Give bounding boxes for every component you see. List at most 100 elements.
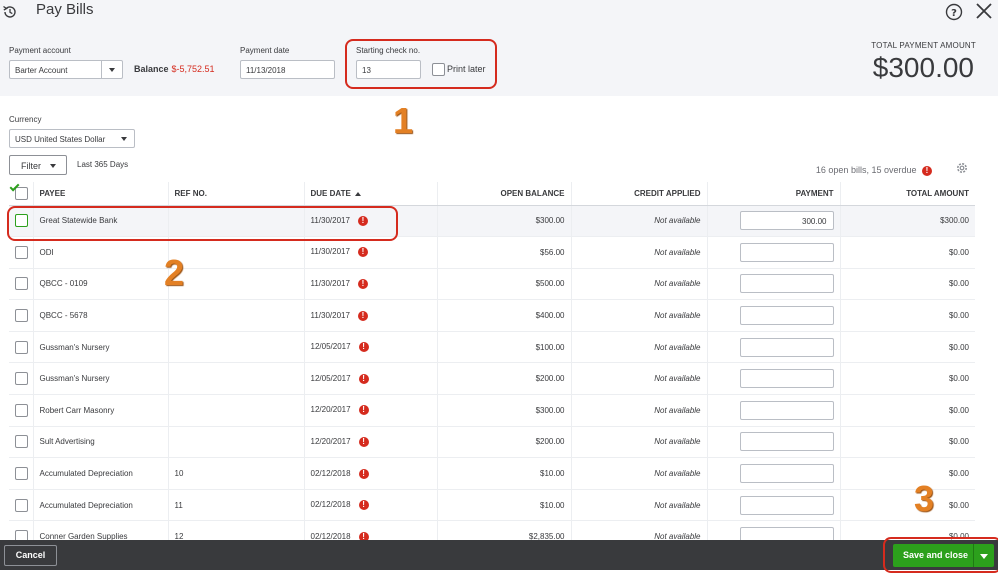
row-checkbox[interactable] [15,435,28,449]
due-date-cell: 12/20/2017! [303,426,437,459]
payment-input[interactable] [739,464,834,484]
svg-text:?: ? [951,8,957,19]
help-circle-icon[interactable]: ? [945,3,963,21]
total-amount-cell: $0.00 [839,362,975,396]
annotation-number-1: 1 [393,100,414,141]
payee-cell: QBCC - 0109 [32,268,168,301]
due-date-cell: 12/05/2017! [303,331,437,364]
table-row[interactable]: Sult Advertising 12/20/2017! $200.00 Not av… [9,426,975,459]
column-header-due-date[interactable]: DUE DATE [303,182,437,206]
ref-no-cell: 10 [167,457,304,490]
total-amount-cell: $0.00 [839,426,975,459]
overdue-alert-icon: ! [358,468,369,479]
filter-button[interactable]: Filter [9,155,67,175]
payment-input[interactable] [739,400,834,420]
payment-account-label: Payment account [9,46,71,55]
table-row[interactable]: Gussman's Nursery 12/05/2017! $200.00 Not a… [9,362,975,396]
overdue-alert-icon: ! [358,342,369,353]
column-header-open-balance[interactable]: OPEN BALANCE [436,182,571,206]
open-bills-text: 16 open bills, 15 overdue [815,165,917,175]
total-amount-cell: $0.00 [839,331,975,364]
ref-no-cell [167,299,304,332]
history-clock-icon[interactable] [2,4,18,20]
payment-input[interactable] [739,495,834,515]
total-payment-label: TOTAL PAYMENT AMOUNT [871,41,976,50]
row-checkbox[interactable] [15,277,28,291]
row-checkbox[interactable] [15,498,28,512]
chevron-down-icon[interactable] [101,61,122,78]
payment-cell [706,268,840,301]
credit-applied-cell: Not available [570,362,707,396]
annotation-number-2: 2 [164,252,185,293]
column-header-payment[interactable]: PAYMENT [706,182,840,206]
select-all-checkbox[interactable] [15,186,28,200]
chevron-down-icon[interactable] [114,130,134,147]
row-checkbox[interactable] [15,372,28,386]
due-date-cell: 11/30/2017! [303,236,437,269]
column-header-total-amount[interactable]: TOTAL AMOUNT [839,182,975,206]
row-checkbox[interactable] [15,309,28,323]
due-date-value: 11/30/2017 [310,310,350,320]
sort-ascending-icon [354,191,361,196]
table-row[interactable]: ODI 11/30/2017! $56.00 Not available $0.00 [9,236,975,269]
payment-cell [706,299,840,332]
table-header-row: PAYEE REF NO. DUE DATE OPEN BALANCE CRED… [9,182,975,206]
payment-cell [706,426,840,459]
row-checkbox[interactable] [15,245,28,259]
payee-cell: Accumulated Depreciation [32,457,168,490]
ref-no-cell [167,362,304,396]
currency-select[interactable]: USD United States Dollar [9,129,135,148]
row-checkbox[interactable] [15,467,28,481]
payment-input[interactable] [739,242,834,262]
ref-no-cell [167,394,304,427]
total-amount-cell: $0.00 [839,457,975,490]
total-amount-cell: $0.00 [839,268,975,301]
payee-cell: QBCC - 5678 [32,299,168,332]
payment-input[interactable] [739,306,834,326]
title-bar: Pay Bills ? [0,0,998,30]
total-amount-cell: $0.00 [839,299,975,332]
cancel-button[interactable]: Cancel [4,545,57,566]
payment-cell [706,236,840,269]
due-date-header-label: DUE DATE [310,188,351,198]
payment-account-select[interactable]: Barter Account [9,60,123,79]
due-date-cell: 11/30/2017! [303,268,437,301]
row-checkbox-cell [9,457,33,490]
row-checkbox-cell [9,331,33,364]
overdue-alert-icon: ! [357,247,368,258]
table-row[interactable]: Accumulated Depreciation 10 02/12/2018! $10… [9,457,975,490]
table-row[interactable]: Robert Carr Masonry 12/20/2017! $300.00 Not… [9,394,975,427]
payment-date-field[interactable]: 11/13/2018 [240,60,335,79]
credit-applied-cell: Not available [570,236,707,269]
open-balance-cell: $400.00 [436,299,571,332]
payment-input[interactable] [739,369,834,389]
payment-input[interactable]: 300.00 [739,211,834,231]
payment-input[interactable] [739,337,834,357]
payment-cell [706,489,840,522]
row-checkbox[interactable] [15,403,28,417]
overdue-alert-icon: ! [358,500,369,511]
row-checkbox-cell [9,299,33,332]
row-checkbox-cell [9,362,33,396]
open-balance-cell: $300.00 [436,205,571,238]
table-row[interactable]: QBCC - 0109 11/30/2017! $500.00 Not availab… [9,268,975,301]
date-range-text: Last 365 Days [77,160,129,169]
table-row[interactable]: Accumulated Depreciation 11 02/12/2018! $10… [9,489,975,522]
column-header-credit-applied[interactable]: CREDIT APPLIED [570,182,707,206]
payment-date-value: 11/13/2018 [246,66,286,75]
payment-cell [706,394,840,427]
payment-cell: 300.00 [706,205,840,238]
column-header-ref[interactable]: REF NO. [167,182,304,206]
payee-cell: Robert Carr Masonry [32,394,168,427]
gear-icon[interactable] [955,161,969,175]
payment-input[interactable] [739,432,834,452]
table-row[interactable]: QBCC - 5678 11/30/2017! $400.00 Not availab… [9,299,975,332]
close-icon[interactable] [975,2,993,20]
row-checkbox[interactable] [15,340,28,354]
payment-input[interactable] [739,274,834,294]
overdue-alert-icon: ! [922,165,932,176]
table-row[interactable]: Gussman's Nursery 12/05/2017! $100.00 Not a… [9,331,975,364]
column-header-payee[interactable]: PAYEE [32,182,168,206]
due-date-value: 12/05/2017 [310,373,351,383]
total-amount-cell: $0.00 [839,236,975,269]
